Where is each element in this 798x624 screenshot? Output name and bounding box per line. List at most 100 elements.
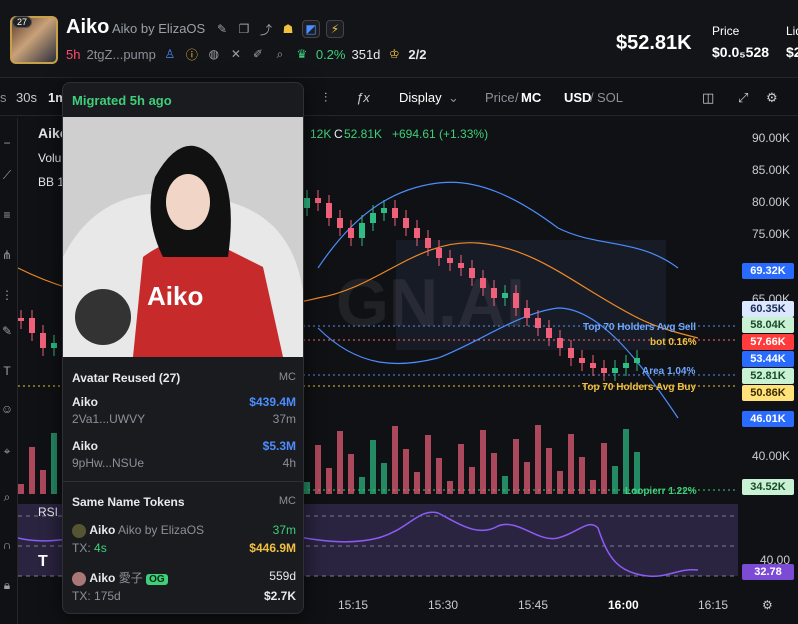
- tx-value: 4s: [94, 540, 107, 555]
- volume-bar: [579, 457, 585, 494]
- text-icon[interactable]: T: [0, 364, 14, 378]
- top-holders-pct: 0.2%: [315, 46, 346, 62]
- toggle-usd[interactable]: USD: [564, 90, 591, 105]
- candle: [502, 293, 508, 298]
- volume-bar: [51, 433, 57, 494]
- candle: [612, 368, 618, 373]
- search-icon[interactable]: ⌕: [272, 46, 288, 62]
- header-actions: ✎ ❐ ⤴ ☗ ◩ ⚡: [214, 20, 344, 38]
- volume-bar: [18, 484, 24, 494]
- share-icon[interactable]: ⤴: [258, 21, 274, 37]
- avatar-count-badge: 27: [12, 16, 33, 28]
- same-name-item[interactable]: Aiko 愛子 OG 559d TX: 175d $2.7K: [63, 569, 303, 603]
- toggle-sol[interactable]: SOL: [597, 90, 623, 105]
- token-address[interactable]: 2tgZ...pump: [86, 47, 155, 62]
- candle: [29, 318, 35, 333]
- warning-icon[interactable]: ⓘ: [184, 46, 200, 62]
- edit-icon[interactable]: ✎: [214, 21, 230, 37]
- ohlc-change: +694.61 (+1.33%): [392, 127, 488, 141]
- mc-col-label: MC: [278, 371, 296, 383]
- toggle-mc[interactable]: MC: [521, 90, 541, 105]
- zoom-icon[interactable]: ⌕: [0, 490, 14, 504]
- label-area: Area 1.04%: [642, 366, 695, 377]
- volume-bar: [491, 453, 497, 494]
- same-name-title: Same Name Tokens: [72, 495, 185, 509]
- website-icon[interactable]: ◍: [206, 46, 222, 62]
- x-tick: 15:15: [338, 598, 369, 612]
- ohlc-c-label: C: [334, 127, 343, 141]
- token-sub: Aiko by ElizaOS: [118, 523, 205, 537]
- timeframe-30s[interactable]: 30s: [16, 90, 37, 105]
- magnet-icon[interactable]: ∩: [0, 538, 14, 552]
- community-icon[interactable]: ☗: [280, 21, 296, 37]
- price-value: $0.0₅528: [712, 44, 770, 60]
- reused-item[interactable]: Aiko $439.4M 2Va1...UWVY 37m: [63, 395, 303, 426]
- display-dropdown[interactable]: Display: [399, 90, 442, 105]
- price-pill: 58.04K: [742, 317, 794, 333]
- crosshair-icon[interactable]: −: [0, 136, 14, 150]
- fullscreen-icon[interactable]: ⤢: [738, 90, 748, 106]
- x-tick: 16:15: [698, 598, 729, 612]
- volume-bar: [447, 481, 453, 494]
- volume-bar: [502, 476, 508, 494]
- token-avatar-icon: [72, 571, 86, 586]
- candle-type-icon[interactable]: ⫶: [324, 90, 327, 106]
- pattern-icon[interactable]: ⋔: [0, 248, 14, 262]
- fib-icon[interactable]: ≡: [0, 208, 14, 222]
- liquidity-value: $2: [786, 44, 798, 60]
- volume-bar: [436, 458, 442, 494]
- drawing-tools-sidebar: − ⟋ ≡ ⋔ ⋮ ✎ T ☺ ⌖ ⌕ ∩ 🔒︎: [0, 118, 18, 624]
- same-name-section: Same Name Tokens MC: [63, 495, 303, 509]
- reused-mc: $439.4M: [249, 395, 296, 409]
- token-image: Aiko: [63, 117, 303, 357]
- projection-icon[interactable]: ⋮: [0, 288, 14, 302]
- ruler-icon[interactable]: ⌖: [0, 444, 14, 458]
- candle: [557, 338, 563, 348]
- candle: [40, 333, 46, 348]
- volume-bar: [359, 477, 365, 494]
- chevron-down-icon[interactable]: ⌄: [448, 90, 459, 106]
- volume-bar: [601, 443, 607, 494]
- notes-icon[interactable]: ✐: [250, 46, 266, 62]
- token-age: 37m: [272, 523, 296, 537]
- chart-link-icon[interactable]: ◩: [302, 20, 320, 38]
- bolt-icon[interactable]: ⚡: [326, 20, 344, 38]
- reused-item[interactable]: Aiko $5.3M 9pHw...NSUe 4h: [63, 439, 303, 470]
- candle: [425, 238, 431, 248]
- brush-icon[interactable]: ✎: [0, 324, 14, 338]
- axis-settings-icon[interactable]: ⚙: [762, 598, 773, 612]
- same-name-item[interactable]: Aiko Aiko by ElizaOS 37m TX: 4s $446.9M: [63, 523, 303, 555]
- rsi-label: RSI: [38, 505, 58, 519]
- twitter-icon[interactable]: ✕: [228, 46, 244, 62]
- reused-address: 9pHw...NSUe: [72, 456, 145, 470]
- volume-bar: [612, 466, 618, 494]
- y-tick: 85.00K: [751, 163, 790, 177]
- token-header: 27 Aiko Aiko by ElizaOS ✎ ❐ ⤴ ☗ ◩ ⚡ 5h 2…: [0, 0, 798, 78]
- timeframe-30s-partial[interactable]: s: [0, 90, 7, 105]
- market-cap: $52.81K: [616, 32, 692, 54]
- top-holders-icon: ♛: [296, 47, 308, 61]
- copy-icon[interactable]: ❐: [236, 21, 252, 37]
- reused-name: Aiko: [72, 439, 99, 453]
- reused-age: 37m: [272, 412, 296, 426]
- y-tick: 75.00K: [751, 227, 790, 241]
- settings-icon[interactable]: ⚙: [766, 90, 778, 106]
- emoji-icon[interactable]: ☺: [0, 402, 14, 416]
- toggle-price[interactable]: Price: [485, 90, 515, 105]
- holder-ratio: 2/2: [408, 46, 427, 62]
- trendline-icon[interactable]: ⟋: [0, 168, 14, 182]
- tx-label: TX:: [72, 540, 91, 555]
- volume-bar: [458, 444, 464, 494]
- volume-bar: [326, 468, 332, 494]
- indicators-icon[interactable]: ƒx: [356, 90, 370, 105]
- price-label: Price: [712, 24, 740, 38]
- lock-icon[interactable]: 🔒︎: [0, 578, 14, 592]
- ohlc-h: 12K: [310, 127, 331, 141]
- camera-icon[interactable]: ◫: [702, 90, 714, 106]
- dev-icon[interactable]: ♙: [162, 46, 178, 62]
- price-pill: 46.01K: [742, 411, 794, 427]
- volume-bar: [546, 448, 552, 494]
- volume-bar: [535, 425, 541, 494]
- candle: [535, 318, 541, 328]
- token-name: Aiko: [89, 571, 116, 585]
